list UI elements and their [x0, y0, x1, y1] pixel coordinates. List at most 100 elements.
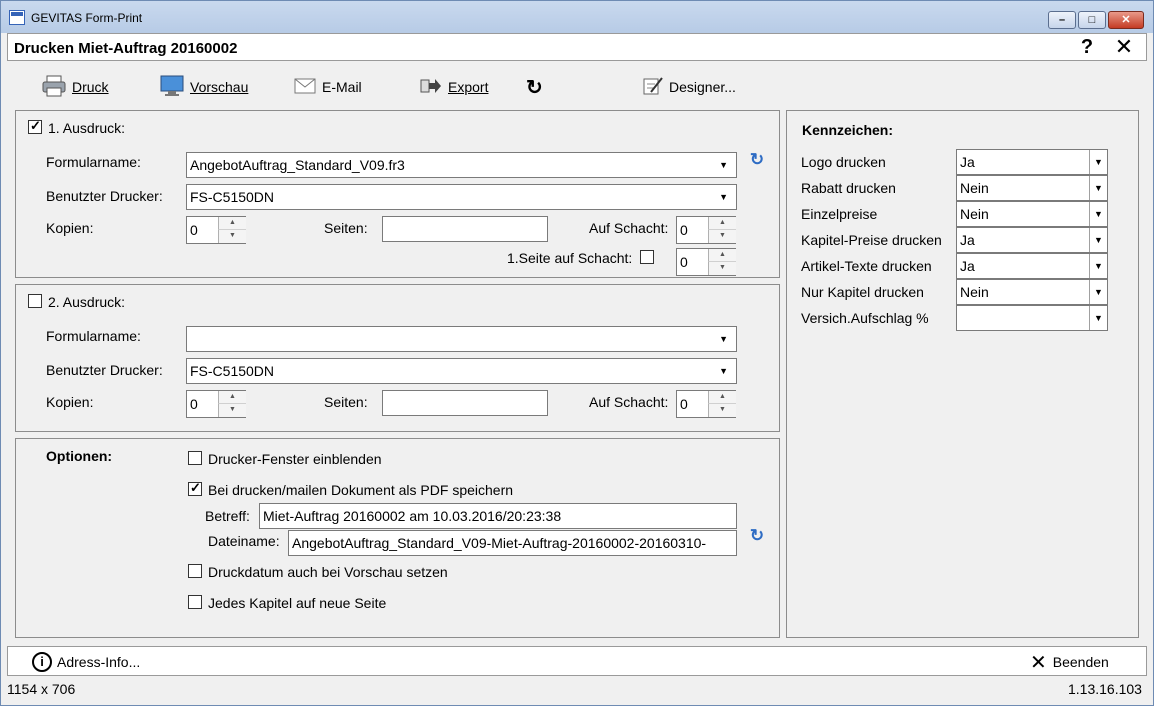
- betreff-label: Betreff:: [205, 508, 250, 524]
- email-button[interactable]: E-Mail: [294, 72, 362, 102]
- kopien-stepper[interactable]: 0 ▲ ▼: [186, 390, 246, 418]
- kopien-value: 0: [190, 222, 198, 238]
- kennzeichen-label: Artikel-Texte drucken: [801, 258, 932, 274]
- drucker-label: Benutzter Drucker:: [46, 188, 163, 204]
- window-close-button[interactable]: ✕: [1108, 11, 1144, 29]
- spin-down-icon[interactable]: ▼: [708, 262, 736, 275]
- schacht-stepper[interactable]: 0 ▲ ▼: [676, 390, 736, 418]
- ausdruck2-checkbox[interactable]: [28, 294, 42, 308]
- close-form-button[interactable]: ✕: [1111, 34, 1137, 60]
- preview-button[interactable]: Vorschau: [160, 72, 248, 102]
- close-icon: ✕: [1030, 651, 1047, 674]
- formularname-combo[interactable]: ▼: [186, 326, 737, 352]
- print-button[interactable]: Druck: [42, 72, 109, 102]
- drucker-combo[interactable]: FS-C5150DN ▼: [186, 184, 737, 210]
- adress-info-button[interactable]: i Adress-Info...: [32, 651, 140, 673]
- spin-up-icon[interactable]: ▲: [708, 217, 736, 230]
- spin-down-icon[interactable]: ▼: [218, 230, 246, 243]
- kennzeichen-select[interactable]: Ja ▼: [956, 149, 1108, 175]
- title-bar: GEVITAS Form-Print – □ ✕: [0, 0, 1154, 33]
- kennzeichen-label: Kapitel-Preise drucken: [801, 232, 942, 248]
- kennzeichen-value: Ja: [960, 154, 975, 170]
- status-size: 1154 x 706: [7, 681, 76, 697]
- seiten-label: Seiten:: [324, 394, 368, 410]
- seite1-schacht-stepper[interactable]: 0 ▲ ▼: [676, 248, 736, 276]
- chevron-down-icon: ▼: [1089, 228, 1107, 252]
- export-label: Export: [448, 79, 489, 95]
- kopien-label: Kopien:: [46, 394, 94, 410]
- schacht-stepper[interactable]: 0 ▲ ▼: [676, 216, 736, 244]
- betreff-value: Miet-Auftrag 20160002 am 10.03.2016/20:2…: [263, 508, 562, 524]
- spin-up-icon[interactable]: ▲: [708, 249, 736, 262]
- designer-label: Designer...: [669, 79, 736, 95]
- chevron-down-icon: ▼: [1089, 306, 1107, 330]
- refresh-icon[interactable]: ↻: [748, 527, 766, 545]
- monitor-icon: [160, 75, 184, 100]
- pdf-speichern-checkbox[interactable]: [188, 480, 202, 496]
- beenden-label: Beenden: [1052, 654, 1109, 670]
- spin-up-icon[interactable]: ▲: [218, 391, 246, 404]
- spin-up-icon[interactable]: ▲: [218, 217, 246, 230]
- drucker-value: FS-C5150DN: [190, 363, 275, 379]
- spin-down-icon[interactable]: ▼: [708, 230, 736, 243]
- maximize-button[interactable]: □: [1078, 11, 1106, 29]
- seiten-input[interactable]: [382, 390, 548, 416]
- kopien-label: Kopien:: [46, 220, 94, 236]
- app-icon: [9, 10, 25, 25]
- minimize-button[interactable]: –: [1048, 11, 1076, 29]
- schacht-label: Auf Schacht:: [589, 220, 669, 236]
- kopien-stepper[interactable]: 0 ▲ ▼: [186, 216, 246, 244]
- dateiname-input[interactable]: AngebotAuftrag_Standard_V09-Miet-Auftrag…: [288, 530, 737, 556]
- kennzeichen-select[interactable]: ▼: [956, 305, 1108, 331]
- seiten-input[interactable]: [382, 216, 548, 242]
- kennzeichen-select[interactable]: Nein ▼: [956, 175, 1108, 201]
- druckdatum-label: Druckdatum auch bei Vorschau setzen: [208, 564, 448, 580]
- ausdruck1-group: 1. Ausdruck: Formularname: AngebotAuftra…: [15, 110, 780, 278]
- export-arrow-icon: [420, 78, 442, 97]
- email-label: E-Mail: [322, 79, 362, 95]
- refresh-icon[interactable]: ↻: [748, 151, 766, 169]
- spin-down-icon[interactable]: ▼: [708, 404, 736, 417]
- kennzeichen-select[interactable]: Nein ▼: [956, 279, 1108, 305]
- status-version: 1.13.16.103: [1068, 681, 1142, 697]
- spin-down-icon[interactable]: ▼: [218, 404, 246, 417]
- kennzeichen-label: Nur Kapitel drucken: [801, 284, 924, 300]
- window-title: GEVITAS Form-Print: [31, 11, 143, 25]
- designer-pen-icon: [643, 76, 663, 99]
- kennzeichen-value: Ja: [960, 232, 975, 248]
- kennzeichen-value: Nein: [960, 206, 989, 222]
- betreff-input[interactable]: Miet-Auftrag 20160002 am 10.03.2016/20:2…: [259, 503, 737, 529]
- refresh-button[interactable]: ↻: [526, 72, 549, 102]
- chevron-down-icon: ▼: [1089, 202, 1107, 226]
- schacht-label: Auf Schacht:: [589, 394, 669, 410]
- adress-info-label: Adress-Info...: [57, 654, 141, 670]
- kapitel-seite-checkbox[interactable]: [188, 595, 202, 609]
- envelope-icon: [294, 78, 316, 97]
- refresh-icon: ↻: [526, 76, 543, 99]
- kennzeichen-label: Versich.Aufschlag %: [801, 310, 929, 326]
- ausdruck1-checkbox[interactable]: [28, 118, 42, 134]
- beenden-button[interactable]: ✕ Beenden: [1030, 651, 1109, 674]
- kennzeichen-select[interactable]: Ja ▼: [956, 227, 1108, 253]
- kennzeichen-label: Rabatt drucken: [801, 180, 896, 196]
- kennzeichen-value: Ja: [960, 258, 975, 274]
- seite1-schacht-checkbox[interactable]: [640, 250, 654, 264]
- drucker-combo[interactable]: FS-C5150DN ▼: [186, 358, 737, 384]
- druckdatum-checkbox[interactable]: [188, 564, 202, 578]
- dateiname-value: AngebotAuftrag_Standard_V09-Miet-Auftrag…: [292, 535, 707, 551]
- spin-up-icon[interactable]: ▲: [708, 391, 736, 404]
- kennzeichen-label: Einzelpreise: [801, 206, 878, 222]
- footer-bar: i Adress-Info... ✕ Beenden: [7, 646, 1147, 676]
- header-bar: Drucken Miet-Auftrag 20160002 ? ✕: [7, 33, 1147, 61]
- export-button[interactable]: Export: [420, 72, 488, 102]
- chevron-down-icon: ▼: [1089, 176, 1107, 200]
- help-button[interactable]: ?: [1076, 34, 1098, 60]
- printer-icon: [42, 75, 66, 100]
- kennzeichen-select[interactable]: Ja ▼: [956, 253, 1108, 279]
- kennzeichen-select[interactable]: Nein ▼: [956, 201, 1108, 227]
- formularname-combo[interactable]: AngebotAuftrag_Standard_V09.fr3 ▼: [186, 152, 737, 178]
- chevron-down-icon: ▼: [1089, 150, 1107, 174]
- designer-button[interactable]: Designer...: [643, 72, 736, 102]
- chevron-down-icon: ▼: [719, 160, 728, 170]
- drucker-fenster-checkbox[interactable]: [188, 451, 202, 465]
